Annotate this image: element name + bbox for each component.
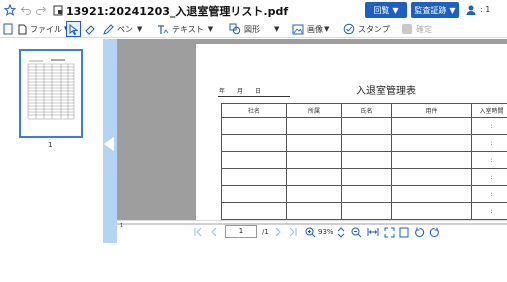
text-tool-menu[interactable]: テキスト ▼ [157,21,213,37]
file-icon [18,24,27,34]
file-menu-label: ファイル [30,24,62,34]
rotate-right-icon[interactable] [428,226,440,238]
table-header-row: 社名 所属 氏名 用件 入室時間 [221,103,507,118]
image-icon [292,24,304,34]
horizontal-scrollbar[interactable] [117,223,507,225]
image-tool-menu[interactable]: 画像 ▼ [292,21,329,37]
eraser-icon [85,25,95,35]
column-header: 所属 [286,103,342,118]
fit-page-icon[interactable] [383,226,395,238]
title-bar: 13921:20241203_入退室管理リスト.pdf 回覧 ▼ 監査証跡 ▼ … [0,0,507,20]
eraser-tool-button[interactable] [84,21,99,37]
file-title: 13921:20241203_入退室管理リスト.pdf [66,5,289,18]
thumbnail-preview [27,59,75,120]
column-header: 入室時間 [471,103,507,118]
thumbnail-page-number: 1 [48,141,53,149]
undo-icon[interactable] [19,3,33,17]
time-cell: : [471,134,507,152]
document-title: 入退室管理表 [356,86,416,97]
previous-page-icon[interactable] [208,226,220,238]
star-icon[interactable] [3,3,17,17]
total-pages: /1 [262,228,269,236]
column-header: 用件 [391,103,472,118]
chevron-down-icon: ▼ [392,5,399,15]
time-cell: : [471,151,507,169]
table-row: : [221,168,507,186]
stamp-tool-button[interactable]: スタンプ [343,21,390,37]
thumbnail-panel: 1 [0,39,103,243]
user-icon[interactable] [464,3,478,17]
confirm-label: 確定 [416,24,432,34]
text-tool-label: テキスト [172,24,204,34]
text-icon [158,24,169,34]
page-number-input[interactable]: 1 [225,225,257,238]
chevron-down-icon: ▼ [274,25,280,33]
rotate-left-icon[interactable] [413,226,425,238]
navigation-bar: 1 1 /1 93% [117,220,507,243]
table-row: : [221,185,507,203]
reply-button-label: 回覧 [373,5,390,15]
page-thumbnail[interactable] [19,49,83,138]
audit-trail-button[interactable]: 監査証跡 ▼ [411,2,459,18]
file-menu[interactable]: ファイル ▼ [18,21,69,37]
time-cell: : [471,202,507,220]
chevron-down-icon: ▼ [207,25,214,33]
chevron-down-icon: ▼ [137,25,143,33]
pen-tool-menu[interactable]: ペン ▼ [103,21,142,37]
pen-tool-label: ペン [117,24,133,34]
stamp-icon [343,23,355,35]
document-icon [3,23,13,35]
first-page-icon[interactable] [192,226,204,238]
stamp-tool-label: スタンプ [358,24,390,34]
zoom-in-icon[interactable] [304,226,316,238]
zoom-out-icon[interactable] [350,226,362,238]
document-date: 年 月 日 [219,88,262,95]
confirm-icon [402,24,412,34]
single-page-icon[interactable] [398,226,410,238]
table-row: : [221,151,507,169]
toolbar: ファイル ▼ ペン ▼ テキスト ▼ 図形 ▼ 画像 ▼ スタンプ 確定 [0,20,507,38]
time-cell: : [471,117,507,135]
table-row: : [221,202,507,220]
column-header: 氏名 [341,103,392,118]
shape-tool-label: 図形 [244,24,260,34]
sidebar-toggle-button[interactable] [3,21,16,37]
shape-tool-menu[interactable]: 図形 ▼ [229,21,279,37]
pdf-page: 年 月 日 入退室管理表 社名 所属 氏名 用件 入室時間 : : : : : … [196,44,507,220]
zoom-level: 93% [318,228,334,236]
cursor-icon [69,23,78,35]
audit-trail-button-label: 監査証跡 [414,5,447,15]
reply-button[interactable]: 回覧 ▼ [365,2,407,18]
date-underline [218,96,290,97]
scroll-marker: 1 [120,223,124,229]
entry-log-table: 社名 所属 氏名 用件 入室時間 : : : : : : : [221,103,507,220]
pen-icon [103,23,114,35]
time-cell: : [471,168,507,186]
collapse-sidebar-icon[interactable] [104,137,114,151]
next-page-icon[interactable] [272,226,284,238]
table-row: : [221,117,507,135]
last-page-icon[interactable] [287,226,299,238]
chevron-down-icon: ▼ [449,5,456,15]
confirm-button[interactable]: 確定 [401,21,432,37]
document-lock-icon [51,3,65,17]
zoom-stepper-icon[interactable] [335,226,347,238]
column-header: 社名 [221,103,287,118]
chevron-down-icon: ▼ [324,25,330,33]
image-tool-label: 画像 [307,24,323,34]
page-indicator: : 1 [480,5,491,14]
shape-icon [229,23,241,35]
table-row: : [221,134,507,152]
select-tool-button[interactable] [66,21,81,37]
redo-icon[interactable] [34,3,48,17]
time-cell: : [471,185,507,203]
fit-width-icon[interactable] [367,226,379,238]
document-viewer[interactable]: 年 月 日 入退室管理表 社名 所属 氏名 用件 入室時間 : : : : : … [117,39,507,220]
